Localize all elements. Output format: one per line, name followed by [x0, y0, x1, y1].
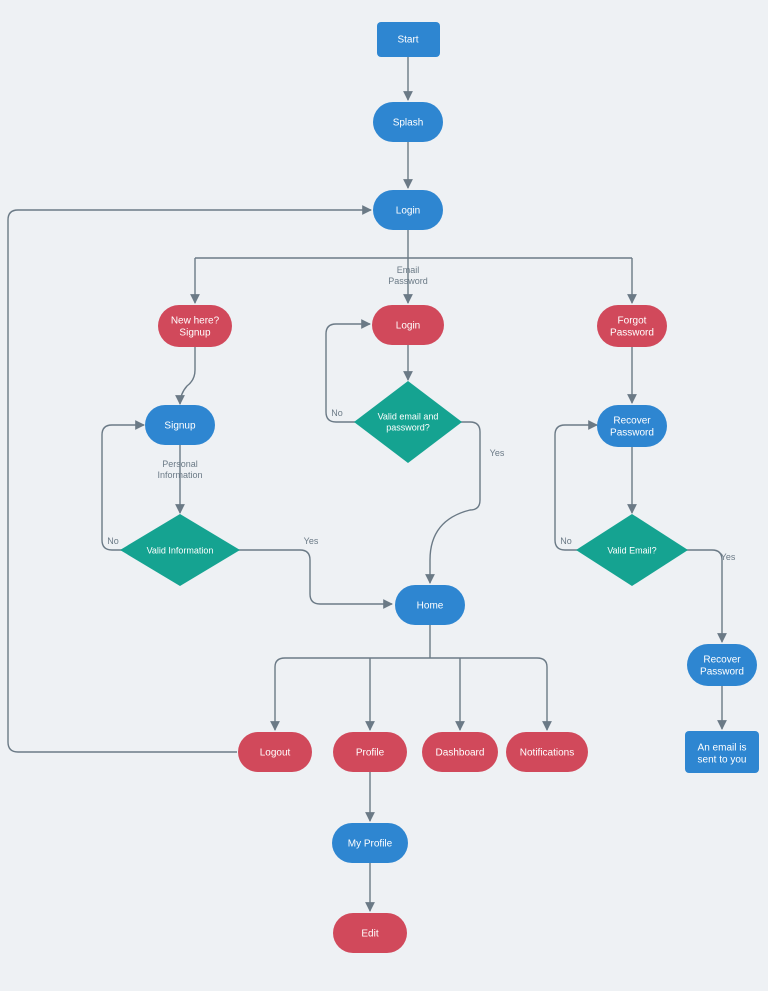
edge-label-validep-no: No: [331, 408, 343, 418]
node-profile-label: Profile: [356, 748, 385, 759]
node-start: Start: [377, 22, 440, 57]
node-valid-email: Valid Email?: [576, 514, 688, 586]
edge-validep-yes: [430, 422, 480, 583]
node-profile: Profile: [333, 732, 407, 772]
node-forgot-line2: Password: [610, 328, 654, 339]
edge-label-validemail-yes: Yes: [721, 552, 736, 562]
flowchart-canvas: Email Password Personal Information No Y…: [0, 0, 768, 991]
node-recover-line1: Recover: [613, 416, 651, 427]
node-newhere-line1: New here?: [171, 316, 220, 327]
edge-label-validinfo-no: No: [107, 536, 119, 546]
node-email-sent: An email is sent to you: [685, 731, 759, 773]
node-emailsent-line1: An email is: [698, 743, 747, 754]
node-edit-label: Edit: [361, 929, 378, 940]
node-newhere-line2: Signup: [179, 328, 211, 339]
node-splash-label: Splash: [393, 118, 424, 129]
edge-label-validep-yes: Yes: [490, 448, 505, 458]
node-recover-password: Recover Password: [597, 405, 667, 447]
node-home: Home: [395, 585, 465, 625]
node-login2-label: Login: [396, 321, 420, 332]
node-start-label: Start: [397, 35, 418, 46]
edge-label-password: Password: [388, 276, 428, 286]
node-recover2-line1: Recover: [703, 655, 741, 666]
node-login2: Login: [372, 305, 444, 345]
node-login: Login: [373, 190, 443, 230]
node-valid-information: Valid Information: [120, 514, 240, 586]
node-recover2-line2: Password: [700, 667, 744, 678]
node-signup-label: Signup: [164, 421, 196, 432]
node-forgot-password: Forgot Password: [597, 305, 667, 347]
node-logout: Logout: [238, 732, 312, 772]
edge-label-personal1: Personal: [162, 459, 198, 469]
node-emailsent-line2: sent to you: [698, 755, 747, 766]
edge-label-validemail-no: No: [560, 536, 572, 546]
node-dashboard-label: Dashboard: [436, 748, 485, 759]
node-dashboard: Dashboard: [422, 732, 498, 772]
node-notifications: Notifications: [506, 732, 588, 772]
node-home-label: Home: [417, 601, 444, 612]
edge-label-personal2: Information: [157, 470, 202, 480]
node-forgot-line1: Forgot: [618, 316, 647, 327]
edge-validemail-yes: [686, 550, 722, 642]
edge-validemail-no: [555, 425, 597, 550]
node-logout-label: Logout: [260, 748, 291, 759]
node-myprofile-label: My Profile: [348, 839, 393, 850]
node-recover-password-2: Recover Password: [687, 644, 757, 686]
node-newhere-signup: New here? Signup: [158, 305, 232, 347]
node-splash: Splash: [373, 102, 443, 142]
edge-validinfo-yes: [238, 550, 392, 604]
edge-logout-login: [8, 210, 371, 752]
edge-label-email: Email: [397, 265, 420, 275]
node-my-profile: My Profile: [332, 823, 408, 863]
node-validep-line2: password?: [386, 422, 430, 432]
node-validep-line1: Valid email and: [378, 411, 439, 421]
node-valid-email-password: Valid email and password?: [354, 381, 462, 463]
node-recover-line2: Password: [610, 428, 654, 439]
node-signup: Signup: [145, 405, 215, 445]
edge-label-validinfo-yes: Yes: [304, 536, 319, 546]
node-notifications-label: Notifications: [520, 748, 574, 759]
edge-validinfo-no: [102, 425, 144, 550]
node-validinfo-label: Valid Information: [147, 545, 214, 555]
edge-home-split-bar: [275, 658, 547, 667]
node-validemail-label: Valid Email?: [607, 545, 656, 555]
edge-newhere-signup: [180, 347, 195, 404]
node-edit: Edit: [333, 913, 407, 953]
node-login-label: Login: [396, 206, 420, 217]
